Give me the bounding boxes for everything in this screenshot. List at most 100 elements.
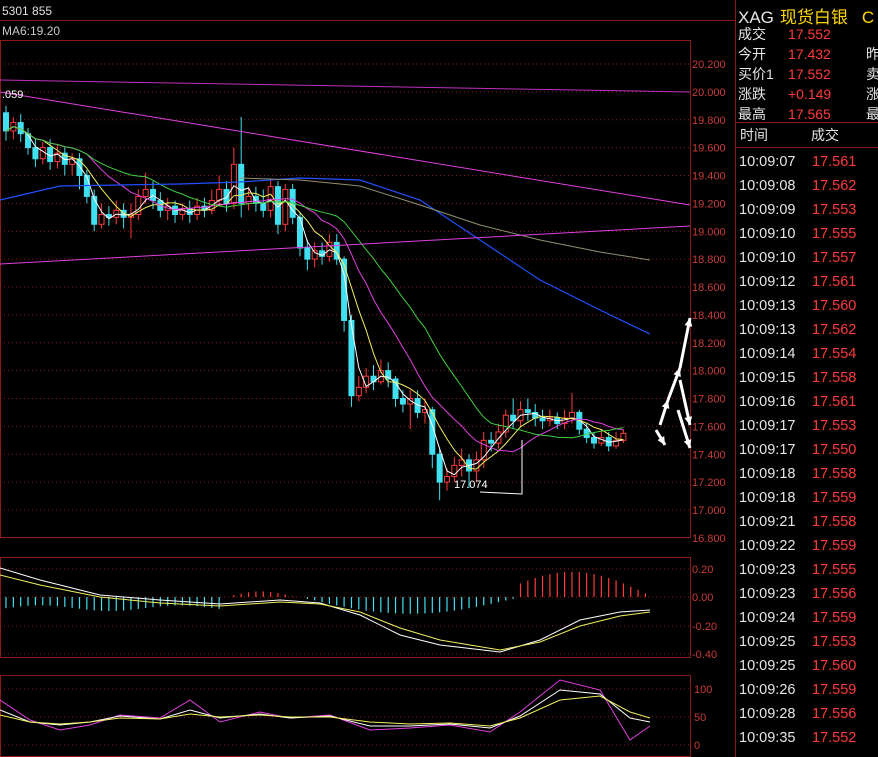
quote-row-value: 17.565 bbox=[788, 106, 831, 122]
tick-time: 10:09:22 bbox=[739, 538, 796, 554]
tick-row[interactable]: 10:09:35 17.552 bbox=[736, 726, 878, 750]
tick-time: 10:09:13 bbox=[739, 322, 796, 338]
tick-row[interactable]: 10:09:10 17.555 bbox=[736, 222, 878, 246]
tick-row[interactable]: 10:09:23 17.555 bbox=[736, 558, 878, 582]
kdj-panel-frame bbox=[0, 675, 691, 757]
quote-title: XAG 现货白银 C bbox=[738, 3, 874, 27]
tick-price: 17.555 bbox=[812, 226, 857, 242]
tick-row[interactable]: 10:09:15 17.558 bbox=[736, 366, 878, 390]
price-tick-label: 17.800 bbox=[692, 394, 726, 406]
tick-time: 10:09:26 bbox=[739, 682, 796, 698]
tick-row[interactable]: 10:09:18 17.559 bbox=[736, 486, 878, 510]
high-price-marker: .059 bbox=[2, 89, 23, 101]
tick-row[interactable]: 10:09:13 17.560 bbox=[736, 294, 878, 318]
quote-row-label: 最高 bbox=[738, 106, 766, 122]
tick-time: 10:09:24 bbox=[739, 610, 796, 626]
quote-row-label: 成交 bbox=[738, 26, 766, 42]
tick-price: 17.550 bbox=[812, 442, 857, 458]
kdj-tick-label: 100 bbox=[694, 684, 712, 696]
price-tick-label: 18.600 bbox=[692, 282, 726, 294]
tick-list[interactable]: 10:09:07 17.561 10:09:08 17.562 10:09:09 17.5… bbox=[736, 150, 878, 750]
tick-row[interactable]: 10:09:07 17.561 bbox=[736, 150, 878, 174]
candle-body bbox=[591, 437, 597, 444]
tick-time: 10:09:21 bbox=[739, 514, 796, 530]
tick-time: 10:09:23 bbox=[739, 562, 796, 578]
ma-line-magenta bbox=[5, 126, 624, 453]
candle-body bbox=[216, 188, 223, 202]
tick-row[interactable]: 10:09:23 17.556 bbox=[736, 582, 878, 606]
tick-row[interactable]: 10:09:18 17.558 bbox=[736, 462, 878, 486]
tick-time: 10:09:07 bbox=[739, 154, 796, 170]
tick-time: 10:09:17 bbox=[739, 442, 796, 458]
price-tick-label: 18.800 bbox=[692, 254, 726, 266]
tick-time: 10:09:23 bbox=[739, 586, 796, 602]
tick-row[interactable]: 10:09:10 17.557 bbox=[736, 246, 878, 270]
tick-price: 17.559 bbox=[812, 490, 857, 506]
tick-time: 10:09:25 bbox=[739, 658, 796, 674]
tick-price: 17.562 bbox=[812, 322, 857, 338]
quote-row-extra: 最 bbox=[866, 106, 878, 122]
candle-body bbox=[355, 386, 362, 397]
tick-price: 17.553 bbox=[812, 634, 857, 650]
chart-top-text: 5301 855 bbox=[2, 4, 53, 18]
tick-price: 17.559 bbox=[812, 682, 857, 698]
candle-body bbox=[25, 133, 32, 149]
tick-price: 17.561 bbox=[812, 154, 857, 170]
ma-label: MA6:19.20 bbox=[2, 24, 61, 38]
quote-row-value: +0.149 bbox=[788, 86, 832, 102]
tick-row[interactable]: 10:09:12 17.561 bbox=[736, 270, 878, 294]
quote-row-value: 17.432 bbox=[788, 46, 831, 62]
tick-row[interactable]: 10:09:14 17.554 bbox=[736, 342, 878, 366]
price-tick-label: 17.400 bbox=[692, 449, 726, 461]
tick-row[interactable]: 10:09:17 17.553 bbox=[736, 414, 878, 438]
candle-body bbox=[223, 188, 230, 204]
tick-price: 17.560 bbox=[812, 658, 857, 674]
annotation-arrow-head bbox=[683, 439, 692, 448]
tick-row[interactable]: 10:09:13 17.562 bbox=[736, 318, 878, 342]
candle-body bbox=[304, 247, 311, 260]
trend-line-top bbox=[0, 79, 691, 93]
candle-body bbox=[488, 439, 495, 444]
price-tick-label: 20.200 bbox=[692, 59, 726, 71]
tick-row[interactable]: 10:09:21 17.558 bbox=[736, 510, 878, 534]
tick-row[interactable]: 10:09:24 17.559 bbox=[736, 606, 878, 630]
price-tick-label: 18.000 bbox=[692, 366, 726, 378]
tick-row[interactable]: 10:09:28 17.556 bbox=[736, 702, 878, 726]
tick-price: 17.561 bbox=[812, 274, 857, 290]
candle-body bbox=[436, 453, 443, 483]
tick-time: 10:09:18 bbox=[739, 466, 796, 482]
macd-panel-frame bbox=[0, 557, 691, 658]
tick-row[interactable]: 10:09:25 17.553 bbox=[736, 630, 878, 654]
quote-row-label: 涨跌 bbox=[738, 86, 766, 102]
tick-row[interactable]: 10:09:16 17.561 bbox=[736, 390, 878, 414]
candle-body bbox=[348, 319, 355, 397]
price-tick-label: 19.800 bbox=[692, 115, 726, 127]
tick-time: 10:09:25 bbox=[739, 634, 796, 650]
candle-body bbox=[260, 202, 267, 211]
ticks-header-time: 时间 bbox=[740, 127, 768, 143]
candle-body bbox=[69, 158, 76, 165]
candle-body bbox=[142, 188, 149, 197]
tick-time: 10:09:28 bbox=[739, 706, 796, 722]
tick-row[interactable]: 10:09:08 17.562 bbox=[736, 174, 878, 198]
tick-price: 17.552 bbox=[812, 730, 857, 746]
price-tick-label: 19.600 bbox=[692, 143, 726, 155]
tick-row[interactable]: 10:09:22 17.559 bbox=[736, 534, 878, 558]
tick-row[interactable]: 10:09:25 17.560 bbox=[736, 654, 878, 678]
kline-chart-area[interactable]: 20.200 20.000 19.800 19.600 19.400 19.200 19.0… bbox=[0, 0, 735, 757]
tick-row[interactable]: 10:09:26 17.559 bbox=[736, 678, 878, 702]
candle-body bbox=[444, 476, 450, 483]
tick-row[interactable]: 10:09:09 17.553 bbox=[736, 198, 878, 222]
quote-row: 最高 17.565 最 bbox=[736, 104, 878, 124]
price-tick-label: 19.000 bbox=[692, 226, 726, 238]
quote-row: 今开 17.432 昨 bbox=[736, 44, 878, 64]
tick-time: 10:09:10 bbox=[739, 226, 796, 242]
kline-chart-svg[interactable]: 20.200 20.000 19.800 19.600 19.400 19.200 19.0… bbox=[0, 0, 735, 757]
candle-body bbox=[3, 112, 9, 132]
tick-time: 10:09:10 bbox=[739, 250, 796, 266]
tick-row[interactable]: 10:09:17 17.550 bbox=[736, 438, 878, 462]
candle-body bbox=[539, 417, 546, 422]
tick-price: 17.554 bbox=[812, 346, 857, 362]
tick-price: 17.555 bbox=[812, 562, 857, 578]
candle-body bbox=[76, 158, 83, 176]
